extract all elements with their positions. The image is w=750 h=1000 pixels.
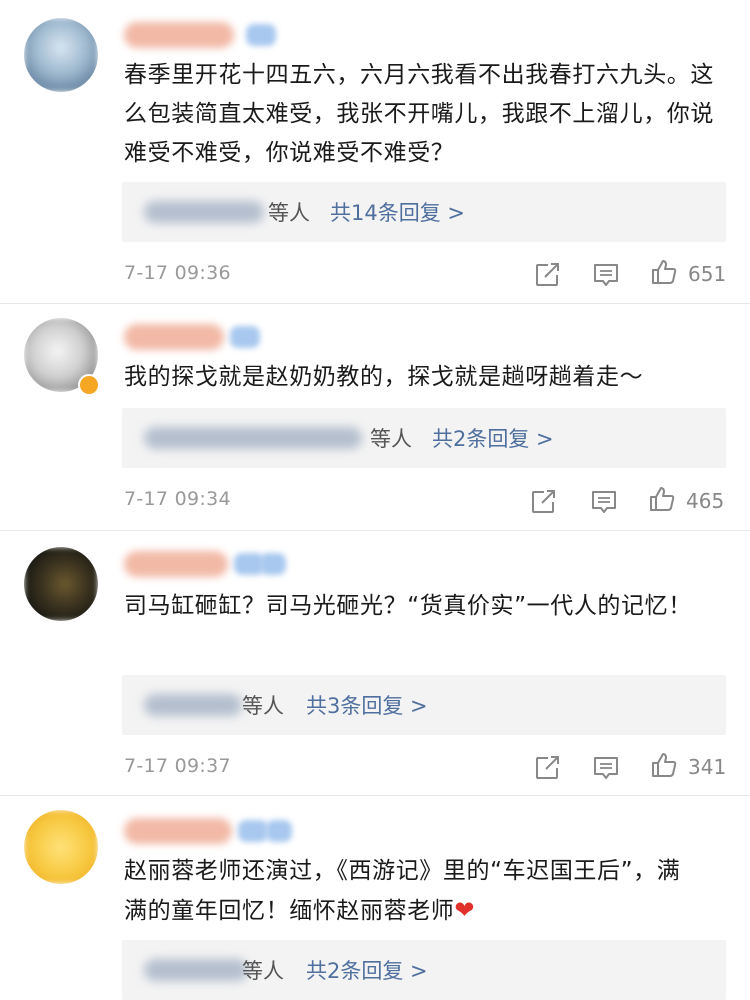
avatar[interactable] (24, 547, 98, 621)
reply-usernames (144, 427, 362, 449)
reply-preview[interactable]: 等人 共2条回复 > (122, 940, 726, 1000)
share-icon[interactable] (534, 753, 562, 781)
reply-usernames (144, 694, 242, 716)
comment-item: 我的探戈就是赵奶奶教的，探戈就是趟呀趟着走～ 等人 共2条回复 > 7-17 0… (0, 304, 750, 532)
avatar[interactable] (24, 18, 98, 92)
comment-time: 7-17 09:36 (124, 262, 231, 284)
share-icon[interactable] (530, 487, 558, 515)
user-badge (246, 24, 276, 46)
comment-text: 春季里开花十四五六，六月六我看不出我春打六九头。这么包装简直太难受，我张不开嘴儿… (124, 62, 714, 166)
comment-text: 赵丽蓉老师还演过，《西游记》里的“车迟国王后”，满满的童年回忆！缅怀赵丽蓉老师❤ (124, 852, 684, 931)
view-replies-link[interactable]: 共2条回复 > (432, 423, 554, 453)
share-icon[interactable] (534, 260, 562, 288)
like-icon[interactable] (650, 258, 678, 286)
user-badge (260, 553, 286, 575)
username[interactable] (124, 818, 232, 844)
comment-text-body: 赵丽蓉老师还演过，《西游记》里的“车迟国王后”，满满的童年回忆！缅怀赵丽蓉老师 (124, 858, 681, 924)
view-replies-link[interactable]: 共3条回复 > (306, 690, 428, 720)
reply-preview[interactable]: 等人 共2条回复 > (122, 408, 726, 468)
avatar[interactable] (24, 810, 98, 884)
reply-preview[interactable]: 等人 共3条回复 > (122, 675, 726, 735)
comment-item: 司马缸砸缸？司马光砸光？“货真价实”一代人的记忆！ 等人 共3条回复 > 7-1… (0, 531, 750, 795)
comment-text: 司马缸砸缸？司马光砸光？“货真价实”一代人的记忆！ (124, 593, 692, 619)
comment-time: 7-17 09:37 (124, 755, 231, 777)
reply-preview[interactable]: 等人 共14条回复 > (122, 182, 726, 242)
comment-icon[interactable] (592, 754, 620, 782)
reply-suffix: 等人 (268, 201, 310, 225)
view-replies-link[interactable]: 共14条回复 > (330, 197, 465, 227)
like-count: 651 (688, 262, 727, 286)
user-badge (238, 820, 268, 842)
username[interactable] (124, 551, 228, 577)
user-badge (230, 326, 260, 348)
username[interactable] (124, 324, 224, 350)
vip-badge (78, 374, 100, 396)
comment-text: 我的探戈就是赵奶奶教的，探戈就是趟呀趟着走～ (124, 364, 644, 390)
reply-usernames (144, 959, 248, 981)
user-badge (266, 820, 292, 842)
like-count: 465 (686, 489, 725, 513)
username[interactable] (124, 22, 234, 48)
reply-usernames (144, 201, 264, 223)
view-replies-link[interactable]: 共2条回复 > (306, 955, 428, 985)
comment-item: 春季里开花十四五六，六月六我看不出我春打六九头。这么包装简直太难受，我张不开嘴儿… (0, 0, 750, 303)
like-icon[interactable] (650, 751, 678, 779)
comment-icon[interactable] (590, 488, 618, 516)
reply-suffix: 等人 (370, 427, 412, 451)
like-count: 341 (688, 755, 727, 779)
comment-time: 7-17 09:34 (124, 488, 231, 510)
heart-emoji: ❤ (454, 896, 476, 924)
comment-item: 赵丽蓉老师还演过，《西游记》里的“车迟国王后”，满满的童年回忆！缅怀赵丽蓉老师❤… (0, 796, 750, 1000)
reply-suffix: 等人 (242, 694, 284, 718)
like-icon[interactable] (648, 485, 676, 513)
reply-suffix: 等人 (242, 959, 284, 983)
comment-icon[interactable] (592, 261, 620, 289)
